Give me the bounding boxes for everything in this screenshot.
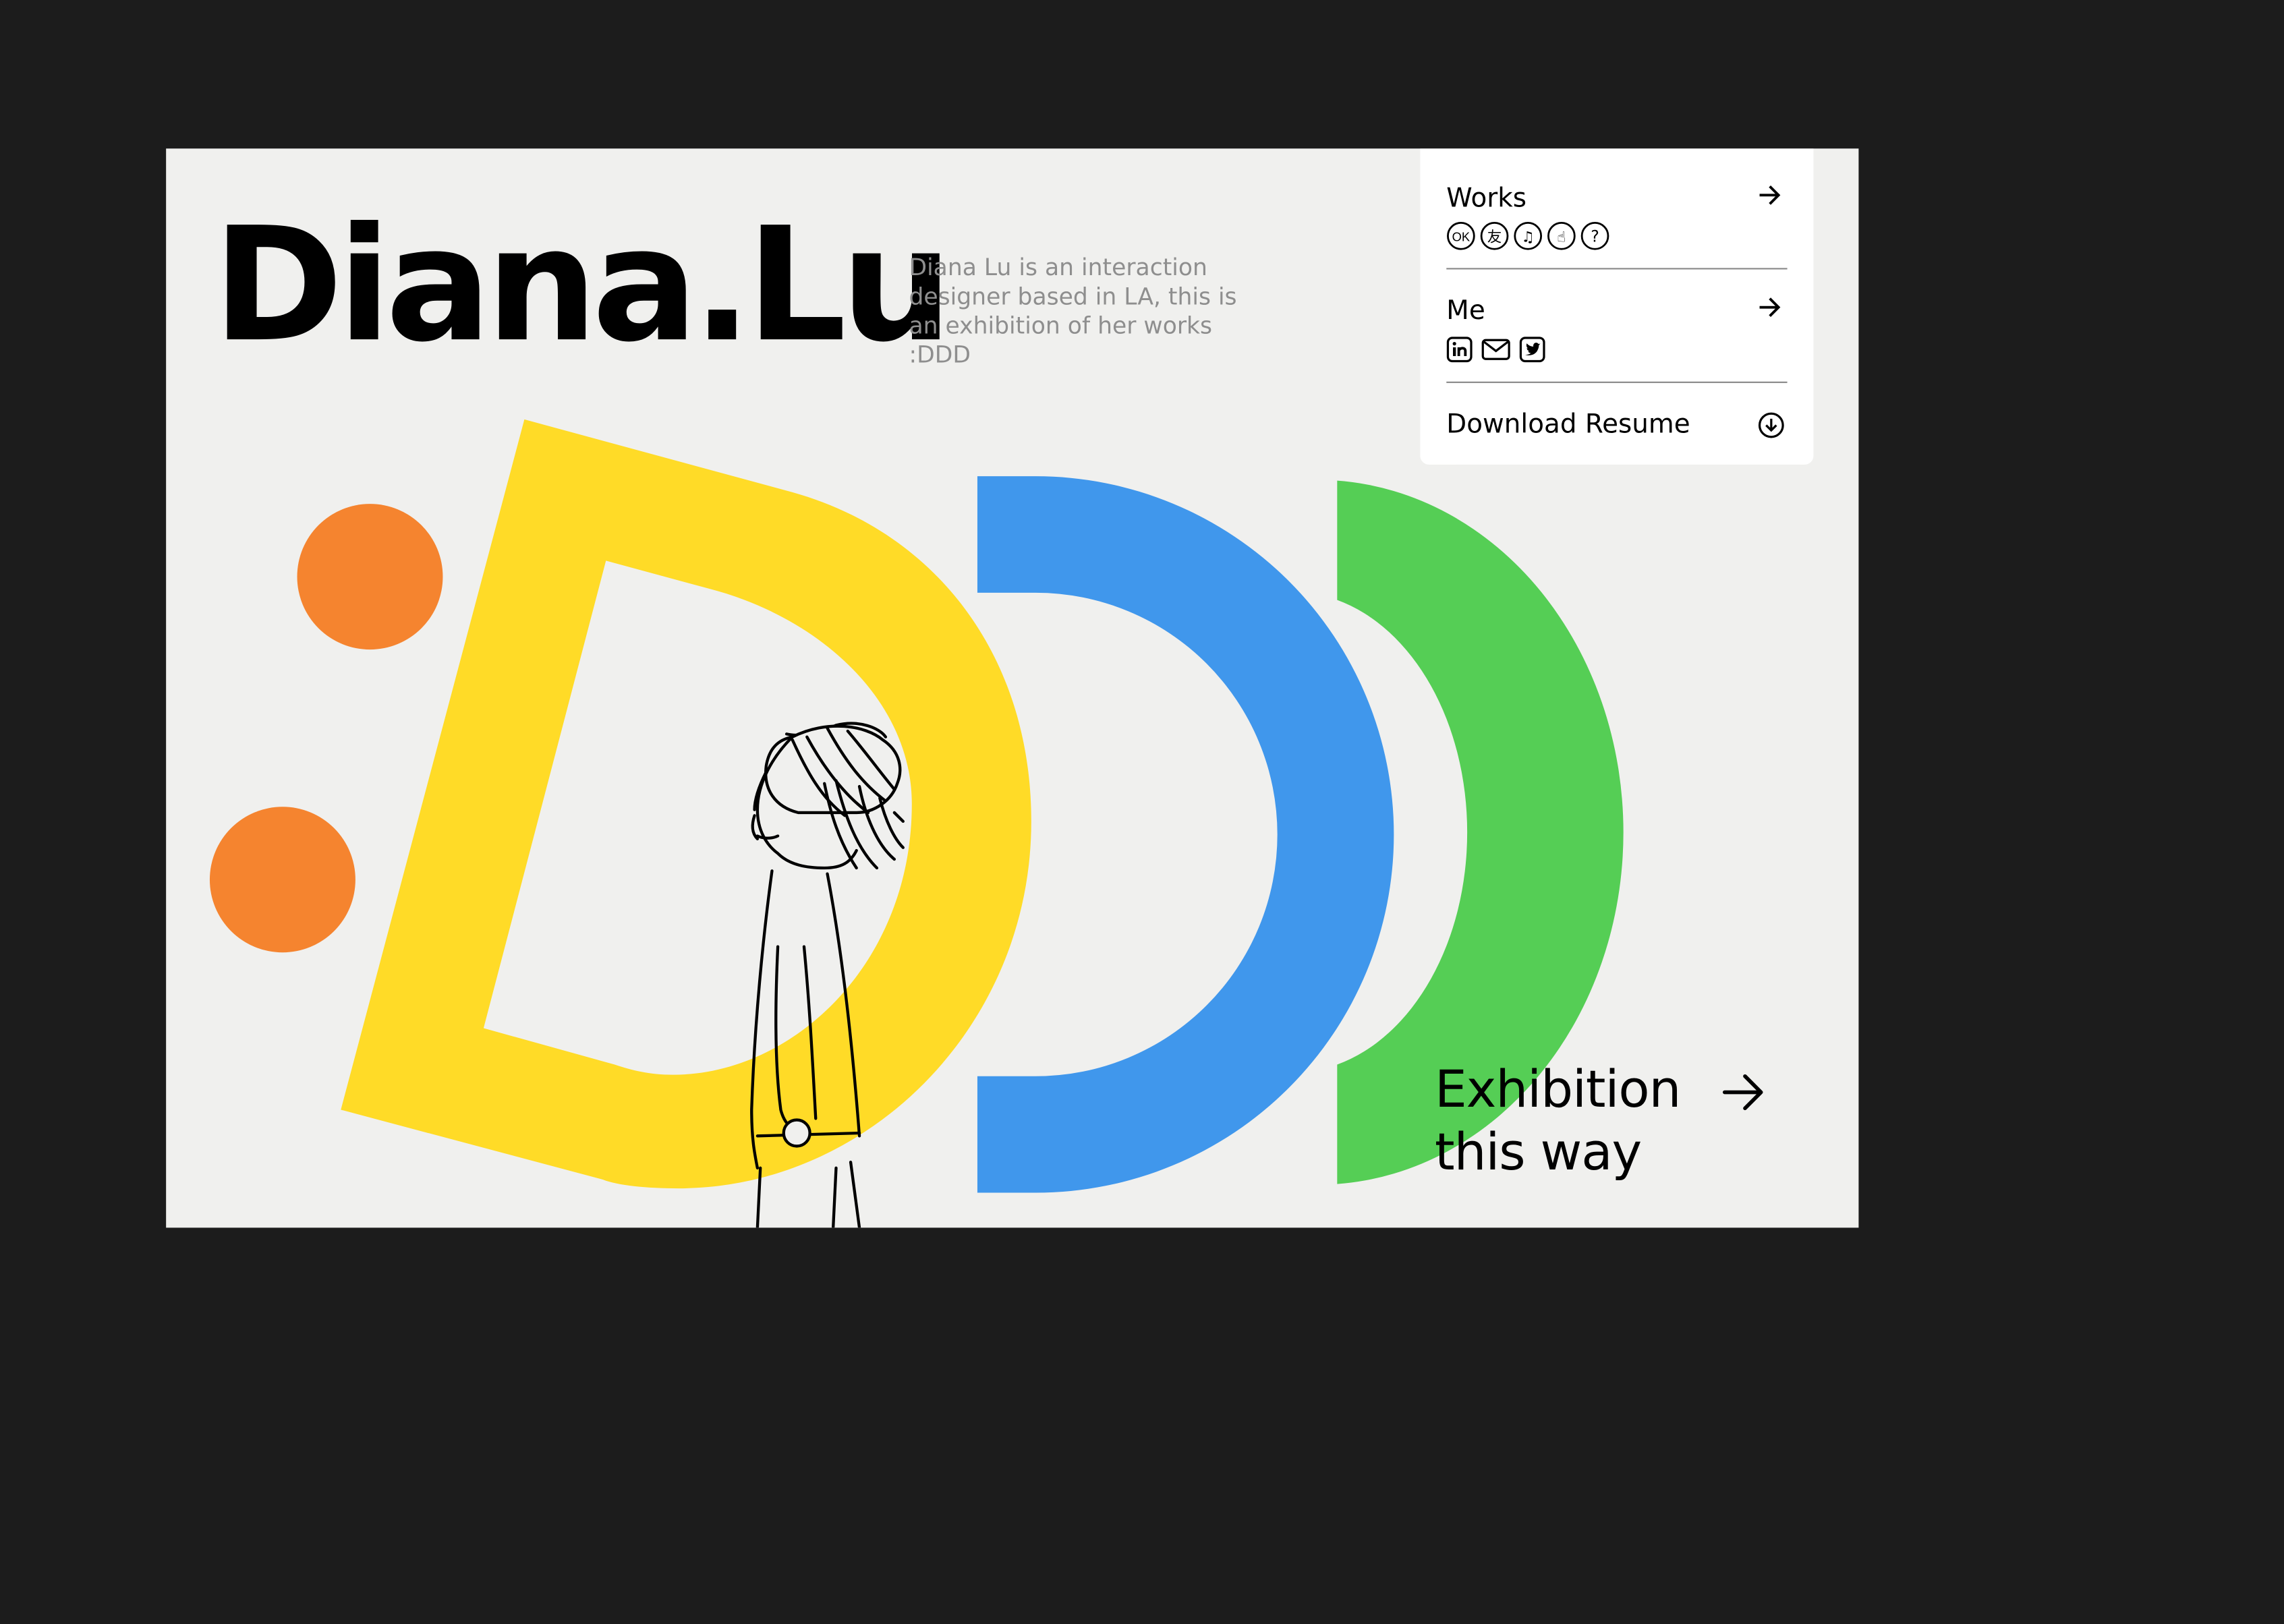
mail-icon[interactable] <box>1481 337 1510 363</box>
exhibition-line-2: this way <box>1435 1124 1642 1183</box>
nav-menu: Works OK 友 ♫ ☝ ? Me Download Resume <box>1420 148 1814 465</box>
me-arrow-icon <box>1759 297 1781 317</box>
me-label: Me <box>1446 295 1485 326</box>
works-link[interactable]: Works OK 友 ♫ ☝ ? <box>1446 183 1787 256</box>
svg-text:☝: ☝ <box>1557 229 1566 245</box>
orange-dot-bottom <box>209 807 355 953</box>
friend-character-icon[interactable]: 友 <box>1480 221 1509 250</box>
svg-text:♫: ♫ <box>1522 229 1535 245</box>
linkedin-icon[interactable] <box>1446 337 1473 363</box>
yellow-d-shape <box>341 419 1031 1189</box>
landing-page: Diana.Lu Diana Lu is an interaction desi… <box>166 148 1859 1228</box>
site-title: Diana.Lu <box>212 195 952 378</box>
hand-pointer-icon[interactable]: ☝ <box>1547 221 1576 250</box>
exhibition-line-1: Exhibition <box>1435 1062 1681 1120</box>
download-circle-icon <box>1758 412 1784 438</box>
intro-text: Diana Lu is an interaction designer base… <box>909 253 1237 369</box>
orange-dot-top <box>297 504 443 650</box>
me-link[interactable]: Me <box>1446 295 1787 368</box>
social-icons <box>1446 337 1545 363</box>
arrow-right-icon[interactable] <box>1721 1073 1765 1111</box>
works-arrow-icon <box>1759 185 1781 205</box>
works-icons: OK 友 ♫ ☝ ? <box>1446 221 1609 250</box>
twitter-icon[interactable] <box>1519 337 1545 363</box>
question-icon[interactable]: ? <box>1580 221 1609 250</box>
download-resume-button[interactable]: Download Resume <box>1446 409 1787 444</box>
download-resume-label: Download Resume <box>1446 409 1690 440</box>
svg-text:友: 友 <box>1487 229 1502 245</box>
exhibition-link[interactable]: Exhibition this way <box>1435 1060 1681 1186</box>
svg-text:?: ? <box>1591 227 1599 245</box>
ok-icon[interactable]: OK <box>1446 221 1475 250</box>
works-label: Works <box>1446 183 1526 214</box>
menu-divider <box>1446 268 1788 270</box>
blue-d-arc <box>977 476 1394 1193</box>
svg-text:OK: OK <box>1452 229 1471 243</box>
menu-divider <box>1446 381 1788 383</box>
music-note-icon[interactable]: ♫ <box>1514 221 1543 250</box>
